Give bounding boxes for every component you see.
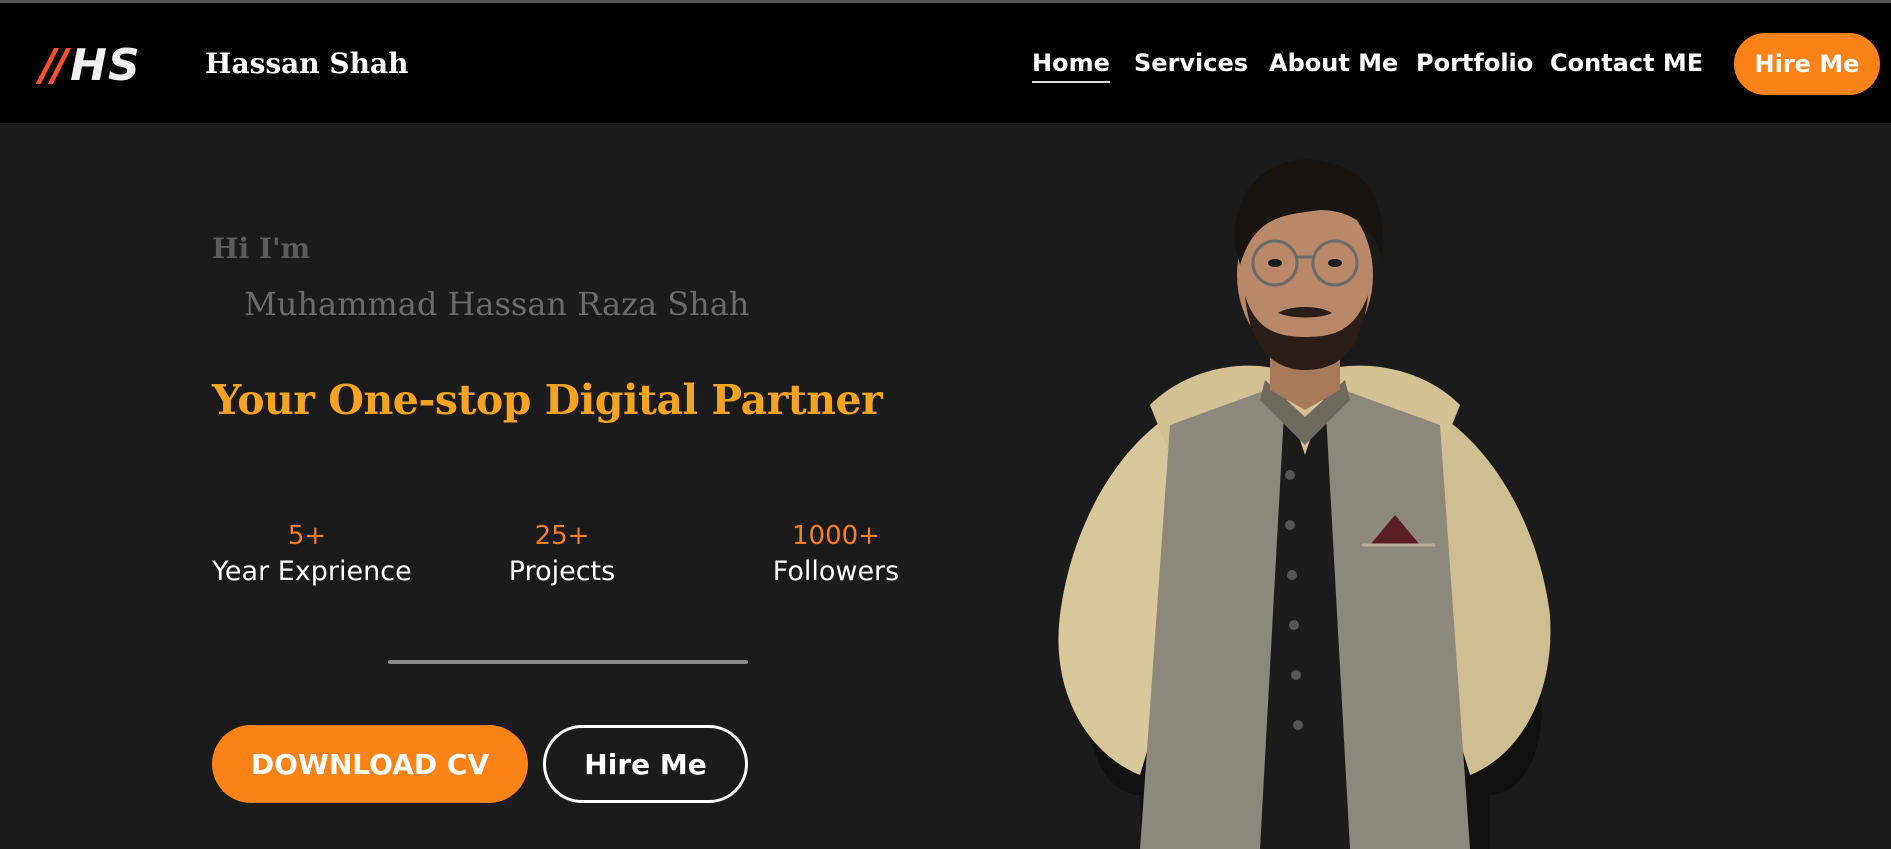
stat-label: Followers — [772, 556, 900, 587]
download-cv-button[interactable]: DOWNLOAD CV — [212, 725, 528, 803]
stat-value: 25+ — [534, 521, 590, 551]
nav-services[interactable]: Services — [1134, 49, 1248, 77]
stat-value: 5+ — [287, 521, 327, 551]
site-logo[interactable]: // HS — [40, 39, 141, 91]
nav-home[interactable]: Home — [1032, 49, 1110, 83]
hero-tagline: Your One-stop Digital Partner — [212, 376, 883, 424]
stat-label: Projects — [508, 556, 616, 587]
nav-contact-me[interactable]: Contact ME — [1550, 49, 1703, 77]
header-hire-me-button[interactable]: Hire Me — [1734, 33, 1880, 95]
stats-divider — [388, 660, 748, 664]
hero-full-name: Muhammad Hassan Raza Shah — [244, 285, 750, 323]
stat-value: 1000+ — [792, 521, 880, 551]
profile-portrait — [1058, 159, 1551, 849]
site-header: // HS Hassan Shah Home Services About Me… — [0, 3, 1891, 123]
hero-hire-me-button[interactable]: Hire Me — [543, 725, 748, 803]
stat-experience: 5+ Year Exprience — [212, 521, 412, 587]
stat-projects: 25+ Projects — [497, 521, 627, 587]
logo-slashes: // — [40, 39, 68, 91]
nav-portfolio[interactable]: Portfolio — [1416, 49, 1533, 77]
logo-letters: HS — [70, 39, 141, 91]
stat-followers: 1000+ Followers — [770, 521, 902, 587]
brand-name: Hassan Shah — [205, 47, 409, 80]
stat-label: Year Exprience — [212, 556, 412, 587]
hero-greeting: Hi I'm — [212, 232, 311, 265]
nav-about-me[interactable]: About Me — [1269, 49, 1398, 77]
